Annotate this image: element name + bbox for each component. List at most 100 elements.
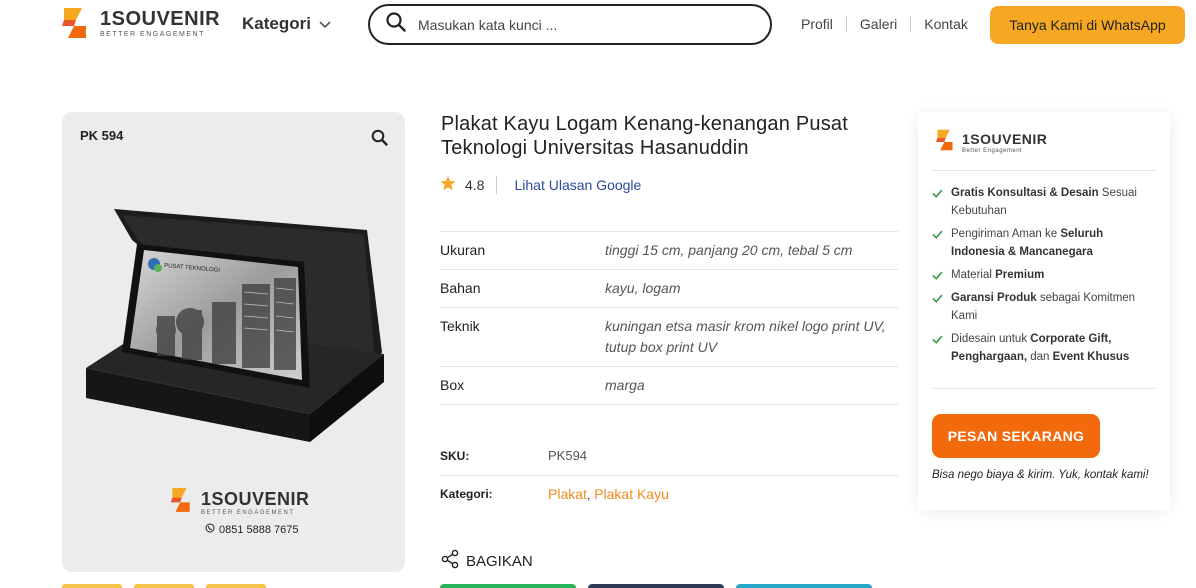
- spec-value: kuningan etsa masir krom nikel logo prin…: [605, 318, 886, 355]
- sidebar-wordmark: 1SOUVENIR Better Engagement: [962, 132, 1047, 154]
- nav-divider: [845, 16, 847, 32]
- category-label: Kategori:: [440, 487, 493, 501]
- whatsapp-button[interactable]: Tanya Kami di WhatsApp: [990, 6, 1185, 44]
- feature-text-part: dan: [1027, 351, 1053, 363]
- nav-galeri[interactable]: Galeri: [860, 16, 897, 32]
- product-meta: SKU: PK594 Kategori: Plakat, Plakat Kayu: [440, 448, 898, 502]
- spec-value: tinggi 15 cm, panjang 20 cm, tebal 5 cm: [605, 242, 853, 258]
- feature-text-bold: Garansi Produk: [951, 292, 1037, 304]
- site-logo[interactable]: 1SOUVENIR BETTER ENGAGEMENT: [56, 4, 220, 42]
- feature-text: Gratis Konsultasi & Desain Sesuai Kebutu…: [951, 184, 1156, 220]
- nav-kontak[interactable]: Kontak: [924, 16, 968, 32]
- watermark-wordmark: 1SOUVENIR BETTER ENGAGEMENT: [201, 490, 310, 516]
- sku-row: SKU: PK594: [440, 448, 898, 463]
- product-page: 1SOUVENIR BETTER ENGAGEMENT Kategori Pro…: [0, 0, 1196, 588]
- sku-value: PK594: [548, 448, 588, 463]
- phone-number: 0851 5888 7675: [219, 523, 299, 536]
- nego-note: Bisa nego biaya & kirim. Yuk, kontak kam…: [932, 469, 1149, 481]
- share-icon: [440, 549, 460, 573]
- kategori-label: Kategori: [242, 14, 311, 33]
- feature-item: Material Premium: [932, 266, 1156, 284]
- feature-text: Material Premium: [951, 266, 1044, 284]
- spec-row: Box marga: [440, 367, 898, 405]
- share-buttons: [440, 584, 872, 588]
- check-icon: [932, 187, 943, 198]
- thumbnail-strip: [62, 584, 266, 588]
- category-separator: ,: [586, 486, 591, 502]
- order-now-button[interactable]: PESAN SEKARANG: [932, 414, 1100, 458]
- rating-row: 4.8 Lihat Ulasan Google: [440, 176, 641, 194]
- feature-text: Pengiriman Aman ke Seluruh Indonesia & M…: [951, 225, 1156, 261]
- thumbnail[interactable]: [134, 584, 194, 588]
- search-input[interactable]: [418, 16, 738, 33]
- feature-text-bold: Gratis Konsultasi & Desain: [951, 187, 1099, 199]
- share-facebook-button[interactable]: [588, 584, 724, 588]
- category-row: Kategori: Plakat, Plakat Kayu: [440, 486, 898, 502]
- star-icon: [440, 176, 456, 194]
- spec-row: Bahan kayu, logam: [440, 270, 898, 308]
- feature-item: Gratis Konsultasi & Desain Sesuai Kebutu…: [932, 184, 1156, 220]
- watermark-phone: 0851 5888 7675: [205, 523, 299, 536]
- feature-text-bold: Premium: [995, 269, 1045, 281]
- watermark-tagline: BETTER ENGAGEMENT: [201, 509, 295, 516]
- logo-mark-icon: [932, 126, 958, 159]
- product-title: Plakat Kayu Logam Kenang-kenangan Pusat …: [441, 113, 848, 159]
- share-telegram-button[interactable]: [736, 584, 872, 588]
- category-link-plakat[interactable]: Plakat: [548, 486, 587, 502]
- thumbnail[interactable]: [62, 584, 122, 588]
- search-bar[interactable]: [368, 4, 772, 45]
- sidebar-divider: [932, 170, 1156, 171]
- spec-value: marga: [605, 377, 645, 393]
- feature-text-part: Pengiriman Aman ke: [951, 228, 1061, 240]
- chevron-down-icon: [319, 14, 331, 34]
- rating-divider: [496, 176, 498, 194]
- logo-tagline: BETTER ENGAGEMENT: [100, 30, 205, 38]
- category-link-plakat-kayu[interactable]: Plakat Kayu: [594, 486, 669, 502]
- logo-brand: 1SOUVENIR: [100, 7, 221, 30]
- product-gallery[interactable]: PK 594 PUSAT TEKNOLOGI 1SOUVENIR BETTER …: [62, 112, 405, 572]
- meta-divider: [440, 475, 898, 476]
- watermark-logo: 1SOUVENIR BETTER ENGAGEMENT: [166, 484, 310, 521]
- feature-item: Garansi Produk sebagai Komitmen Kami: [932, 289, 1156, 325]
- spec-label: Box: [440, 377, 465, 393]
- site-header: 1SOUVENIR BETTER ENGAGEMENT Kategori Pro…: [0, 0, 1196, 50]
- sidebar-brand: 1SOUVENIR: [962, 130, 1048, 147]
- check-icon: [932, 269, 943, 280]
- kategori-dropdown[interactable]: Kategori: [242, 14, 331, 34]
- share-toggle[interactable]: BAGIKAN: [440, 549, 533, 573]
- feature-item: Didesain untuk Corporate Gift, Pengharga…: [932, 330, 1156, 366]
- spec-row: Ukuran tinggi 15 cm, panjang 20 cm, teba…: [440, 232, 898, 270]
- feature-list: Gratis Konsultasi & Desain Sesuai Kebutu…: [932, 184, 1156, 371]
- spec-row: Teknik kuningan etsa masir krom nikel lo…: [440, 308, 898, 367]
- whatsapp-icon: [205, 523, 215, 536]
- share-label: BAGIKAN: [466, 552, 533, 570]
- spec-value: kayu, logam: [605, 280, 681, 296]
- sidebar-divider: [932, 388, 1156, 389]
- feature-item: Pengiriman Aman ke Seluruh Indonesia & M…: [932, 225, 1156, 261]
- spec-label: Teknik: [440, 318, 480, 334]
- rating-value: 4.8: [465, 177, 485, 193]
- top-nav: Profil Galeri Kontak: [801, 16, 968, 32]
- feature-text: Garansi Produk sebagai Komitmen Kami: [951, 289, 1156, 325]
- nav-divider: [910, 16, 912, 32]
- watermark-brand: 1SOUVENIR: [201, 488, 310, 509]
- check-icon: [932, 333, 943, 344]
- check-icon: [932, 228, 943, 239]
- feature-text-part: Didesain untuk: [951, 333, 1031, 345]
- google-reviews-link[interactable]: Lihat Ulasan Google: [514, 177, 641, 193]
- order-sidebar: 1SOUVENIR Better Engagement Gratis Konsu…: [918, 112, 1170, 510]
- logo-mark-icon: [56, 4, 94, 42]
- feature-text-bold: Event Khusus: [1052, 351, 1130, 363]
- feature-text-part: Material: [951, 269, 996, 281]
- spec-label: Bahan: [440, 280, 481, 296]
- sidebar-logo: 1SOUVENIR Better Engagement: [932, 126, 1047, 159]
- check-icon: [932, 292, 943, 303]
- share-whatsapp-button[interactable]: [440, 584, 576, 588]
- nav-profil[interactable]: Profil: [801, 16, 833, 32]
- sidebar-tagline: Better Engagement: [962, 147, 1023, 154]
- spec-label: Ukuran: [440, 242, 486, 258]
- feature-text: Didesain untuk Corporate Gift, Pengharga…: [951, 330, 1156, 366]
- thumbnail[interactable]: [206, 584, 266, 588]
- search-icon[interactable]: [386, 12, 406, 37]
- logo-mark-icon: [166, 484, 196, 521]
